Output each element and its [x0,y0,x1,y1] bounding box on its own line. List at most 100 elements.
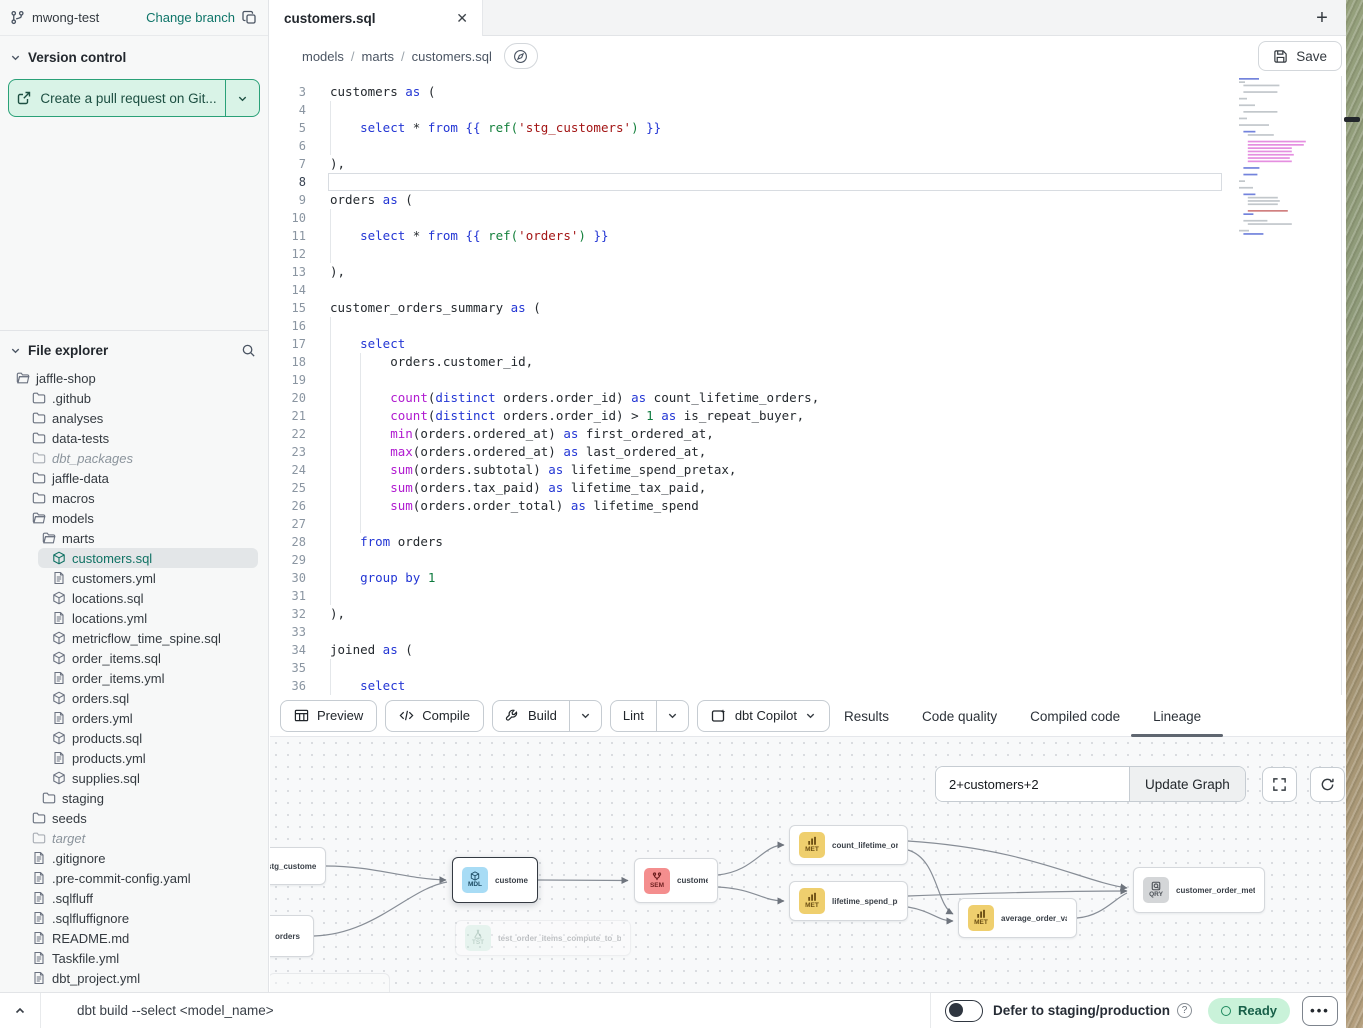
code-line-30[interactable]: 30 group by 1 [270,569,1346,587]
docs-compass-button[interactable] [504,43,538,69]
tab-close-icon[interactable]: ✕ [456,10,468,27]
lineage-node-partial[interactable] [270,973,390,992]
file-tree-item--sqlfluffignore[interactable]: .sqlfluffignore [0,908,268,928]
code-line-31[interactable]: 31 [270,587,1346,605]
create-pr-dropdown-button[interactable] [225,80,259,116]
file-tree-item-dbt-project-yml[interactable]: dbt_project.yml [0,968,268,988]
code-line-17[interactable]: 17 select [270,335,1346,353]
file-tree-item-jaffle-data[interactable]: jaffle-data [0,468,268,488]
code-line-16[interactable]: 16 [270,317,1346,335]
tab-code-quality[interactable]: Code quality [922,695,997,737]
compile-button[interactable]: Compile [385,700,484,732]
tab-compiled-code[interactable]: Compiled code [1030,695,1120,737]
lineage-node-average-order-value[interactable]: METaverage_order_value [958,898,1077,938]
code-line-25[interactable]: 25 sum(orders.tax_paid) as lifetime_tax_… [270,479,1346,497]
code-line-19[interactable]: 19 [270,371,1346,389]
build-dropdown-button[interactable] [569,701,601,731]
save-button[interactable]: Save [1258,41,1342,71]
code-line-22[interactable]: 22 min(orders.ordered_at) as first_order… [270,425,1346,443]
code-line-18[interactable]: 18 orders.customer_id, [270,353,1346,371]
file-tree-item-orders-sql[interactable]: orders.sql [0,688,268,708]
help-icon[interactable]: ? [1177,1003,1192,1018]
code-line-11[interactable]: 11 select * from {{ ref('orders') }} [270,227,1346,245]
editor-tab-customers-sql[interactable]: customers.sql ✕ [270,0,483,36]
code-line-20[interactable]: 20 count(distinct orders.order_id) as co… [270,389,1346,407]
code-line-13[interactable]: 13), [270,263,1346,281]
code-line-33[interactable]: 33 [270,623,1346,641]
file-tree-item-products-yml[interactable]: products.yml [0,748,268,768]
file-tree-item--github[interactable]: .github [0,388,268,408]
lineage-node-customer-order-metrics[interactable]: QRYcustomer_order_metrics [1133,867,1265,913]
file-tree-item-target[interactable]: target [0,828,268,848]
command-input[interactable]: dbt build --select <model_name> [77,1003,274,1018]
code-line-8[interactable]: 8 [270,173,1346,191]
lineage-node-lifetime-spend-pretax[interactable]: METlifetime_spend_pretax [789,881,908,921]
lineage-node-orders[interactable]: MDLorders [270,915,314,957]
collapse-panel-button[interactable] [0,1005,40,1017]
file-tree-item-customers-sql[interactable]: customers.sql [38,548,258,568]
lineage-node-customers[interactable]: SEMcustomers [634,858,718,903]
code-line-35[interactable]: 35 [270,659,1346,677]
editor-scrollbar[interactable] [1341,76,1342,695]
file-tree-item-models[interactable]: models [0,508,268,528]
code-line-29[interactable]: 29 [270,551,1346,569]
file-tree-item-metricflow-time-spine-sql[interactable]: metricflow_time_spine.sql [0,628,268,648]
code-line-27[interactable]: 27 [270,515,1346,533]
breadcrumb-marts[interactable]: marts [362,49,395,64]
file-tree-item-products-sql[interactable]: products.sql [0,728,268,748]
file-tree-item--gitignore[interactable]: .gitignore [0,848,268,868]
lineage-node-test-order-items-compute-to-bools-[interactable]: TSTtest_order_items_compute_to_bools... [455,920,631,956]
new-tab-button[interactable]: + [1308,0,1336,36]
file-tree-item-customers-yml[interactable]: customers.yml [0,568,268,588]
code-line-15[interactable]: 15customer_orders_summary as ( [270,299,1346,317]
code-line-24[interactable]: 24 sum(orders.subtotal) as lifetime_spen… [270,461,1346,479]
change-branch-link[interactable]: Change branch [146,10,235,25]
code-line-5[interactable]: 5 select * from {{ ref('stg_customers') … [270,119,1346,137]
code-line-32[interactable]: 32), [270,605,1346,623]
file-tree-item--pre-commit-config-yaml[interactable]: .pre-commit-config.yaml [0,868,268,888]
code-line-36[interactable]: 36 select [270,677,1346,695]
file-tree-item-staging[interactable]: staging [0,788,268,808]
lineage-panel[interactable]: MDLstg_customers MDLorders MDLcustomers SEM… [270,737,1346,992]
file-search-icon[interactable] [241,343,256,358]
file-tree-item-data-tests[interactable]: data-tests [0,428,268,448]
code-line-26[interactable]: 26 sum(orders.order_total) as lifetime_s… [270,497,1346,515]
file-tree-item-taskfile-yml[interactable]: Taskfile.yml [0,948,268,968]
file-tree-item-readme-md[interactable]: README.md [0,928,268,948]
file-explorer-header[interactable]: File explorer [0,331,268,364]
file-tree-item-orders-yml[interactable]: orders.yml [0,708,268,728]
code-editor[interactable]: 3customers as (45 select * from {{ ref('… [270,76,1346,695]
file-tree-item-order-items-yml[interactable]: order_items.yml [0,668,268,688]
file-tree-item--sqlfluff[interactable]: .sqlfluff [0,888,268,908]
defer-toggle[interactable] [945,1000,983,1022]
lineage-selector-input[interactable] [936,767,1129,801]
file-tree-item-locations-sql[interactable]: locations.sql [0,588,268,608]
breadcrumb-file[interactable]: customers.sql [412,49,492,64]
lineage-node-count-lifetime-orders[interactable]: METcount_lifetime_orders [789,825,908,865]
tab-lineage[interactable]: Lineage [1153,695,1201,737]
dbt-copilot-button[interactable]: dbt Copilot [697,700,830,732]
fullscreen-button[interactable] [1262,767,1297,802]
create-pr-button[interactable]: Create a pull request on Git... [9,80,225,116]
code-line-10[interactable]: 10 [270,209,1346,227]
editor-minimap[interactable] [1235,76,1318,276]
lineage-node-customers[interactable]: MDLcustomers [452,857,538,903]
lineage-node-stg-customers[interactable]: MDLstg_customers [270,847,326,885]
breadcrumb-models[interactable]: models [302,49,344,64]
update-graph-button[interactable]: Update Graph [1129,767,1245,801]
code-line-28[interactable]: 28 from orders [270,533,1346,551]
lint-dropdown-button[interactable] [656,701,688,731]
tab-results[interactable]: Results [844,695,889,737]
file-tree-item-supplies-sql[interactable]: supplies.sql [0,768,268,788]
preview-button[interactable]: Preview [280,700,377,732]
lint-button[interactable]: Lint [611,701,656,731]
code-line-3[interactable]: 3customers as ( [270,83,1346,101]
code-line-7[interactable]: 7), [270,155,1346,173]
code-line-4[interactable]: 4 [270,101,1346,119]
refresh-button[interactable] [1310,767,1345,802]
code-line-6[interactable]: 6 [270,137,1346,155]
file-tree-item-jaffle-shop[interactable]: jaffle-shop [0,368,268,388]
file-tree-item-order-items-sql[interactable]: order_items.sql [0,648,268,668]
code-line-14[interactable]: 14 [270,281,1346,299]
version-control-header[interactable]: Version control [0,36,268,71]
